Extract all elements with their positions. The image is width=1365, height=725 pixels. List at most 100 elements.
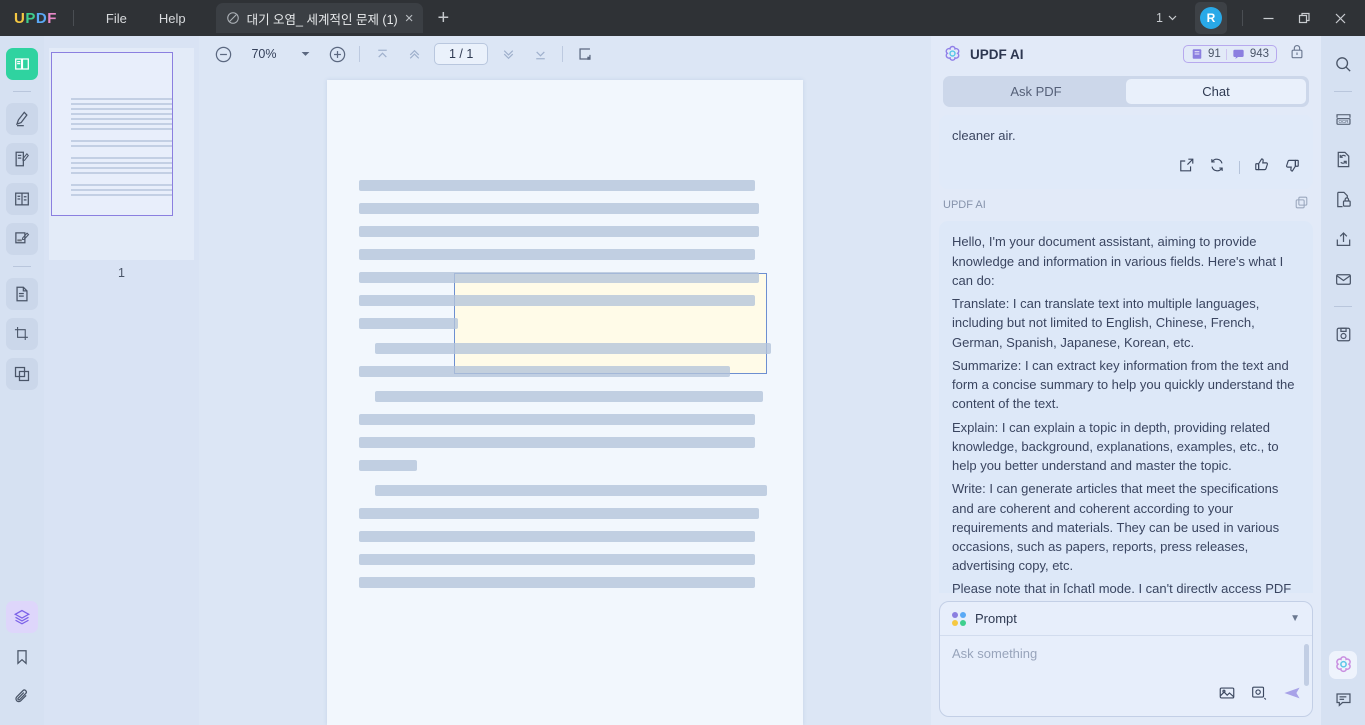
- page-credits-count: 91: [1208, 48, 1221, 60]
- prompt-label: Prompt: [975, 611, 1017, 626]
- logo-letter-p: P: [25, 10, 36, 27]
- prompt-scrollbar[interactable]: [1304, 644, 1309, 686]
- sidebar-item-attachment[interactable]: [6, 681, 38, 713]
- sidebar-item-page-edit[interactable]: [6, 278, 38, 310]
- close-window-button[interactable]: [1323, 1, 1357, 35]
- new-tab-button[interactable]: +: [437, 8, 449, 28]
- protect-pdf-icon: [1334, 190, 1353, 209]
- sidebar-item-highlight[interactable]: [6, 103, 38, 135]
- right-rail-divider-2: [1334, 306, 1352, 307]
- message-sender-row: UPDF AI: [939, 193, 1313, 217]
- chevron-up-double-icon: [406, 46, 423, 63]
- page-number-input[interactable]: 1 / 1: [434, 43, 488, 65]
- sidebar-item-search[interactable]: [1327, 48, 1359, 80]
- credits-divider: [1226, 49, 1227, 60]
- page-thumbnail[interactable]: [49, 48, 194, 260]
- maximize-icon: [1298, 12, 1311, 25]
- sidebar-item-organize[interactable]: [6, 358, 38, 390]
- send-button[interactable]: [1282, 683, 1302, 708]
- open-external-button[interactable]: [1179, 157, 1195, 178]
- zoom-dropdown-button[interactable]: [289, 39, 321, 69]
- zoom-out-button[interactable]: [207, 39, 239, 69]
- message-paragraph-summarize: Summarize: I can extract key information…: [952, 356, 1300, 414]
- avatar: R: [1200, 7, 1222, 29]
- svg-text:OCR: OCR: [1338, 118, 1349, 123]
- sidebar-item-save[interactable]: [1327, 318, 1359, 350]
- form-icon: [13, 190, 31, 208]
- thumbs-up-button[interactable]: [1254, 157, 1270, 178]
- close-tab-icon[interactable]: ×: [405, 11, 414, 26]
- updf-logo: UPDF: [14, 10, 57, 27]
- page-credits-icon: [1191, 48, 1203, 60]
- screenshot-button[interactable]: [1250, 684, 1268, 707]
- ai-panel-header: UPDF AI 91 943: [939, 36, 1313, 72]
- image-icon: [1218, 684, 1236, 702]
- attach-image-button[interactable]: [1218, 684, 1236, 707]
- sidebar-item-email[interactable]: [1327, 263, 1359, 295]
- last-page-button[interactable]: [524, 39, 556, 69]
- ai-panel: UPDF AI 91 943 Ask PDF Chat cleaner air.: [931, 36, 1321, 725]
- logo-letter-d: D: [36, 10, 47, 27]
- logo-letter-f: F: [47, 10, 57, 27]
- sidebar-item-updf-ai[interactable]: [1329, 651, 1357, 679]
- zoom-level-value[interactable]: 70%: [239, 47, 289, 61]
- toolbar-divider-1: [359, 46, 360, 62]
- highlighter-icon: [13, 110, 31, 128]
- ai-conversation[interactable]: cleaner air.: [939, 115, 1313, 593]
- first-page-button[interactable]: [366, 39, 398, 69]
- sidebar-item-share[interactable]: [1327, 223, 1359, 255]
- maximize-button[interactable]: [1287, 1, 1321, 35]
- pdf-page[interactable]: [327, 80, 803, 725]
- prompt-actions: [1218, 683, 1302, 708]
- sidebar-item-form[interactable]: [6, 183, 38, 215]
- bookmark-icon: [13, 648, 31, 666]
- page-edit-icon: [13, 285, 31, 303]
- copy-message-button[interactable]: [1294, 195, 1309, 215]
- search-icon: [1334, 55, 1353, 74]
- user-avatar-button[interactable]: R: [1195, 2, 1227, 34]
- sidebar-item-edit-pdf[interactable]: [6, 143, 38, 175]
- thumbnail-content: [63, 64, 180, 240]
- menu-help[interactable]: Help: [143, 5, 202, 32]
- sidebar-item-crop[interactable]: [6, 318, 38, 350]
- prompt-placeholder: Ask something: [952, 646, 1300, 661]
- document-scroll-area[interactable]: [199, 72, 931, 725]
- lock-icon: [1289, 43, 1305, 60]
- sidebar-item-reader[interactable]: [6, 48, 38, 80]
- logo-letter-u: U: [14, 10, 25, 27]
- prompt-input-area[interactable]: Ask something: [940, 636, 1312, 716]
- zoom-in-button[interactable]: [321, 39, 353, 69]
- sidebar-item-bookmark[interactable]: [6, 641, 38, 673]
- sidebar-item-convert[interactable]: [1327, 143, 1359, 175]
- sidebar-item-comment[interactable]: [1327, 683, 1359, 715]
- document-toolbar: 70% 1 / 1: [199, 36, 931, 72]
- sidebar-item-layers[interactable]: [6, 601, 38, 633]
- copy-icon: [1294, 195, 1309, 210]
- sidebar-item-sign[interactable]: [6, 223, 38, 255]
- ai-lock-button[interactable]: [1285, 39, 1309, 69]
- refresh-icon: [1209, 157, 1225, 173]
- sidebar-item-ocr[interactable]: OCR: [1327, 103, 1359, 135]
- menu-file[interactable]: File: [90, 5, 143, 32]
- tab-ask-pdf[interactable]: Ask PDF: [946, 79, 1126, 104]
- close-icon: [1334, 12, 1347, 25]
- prompt-selector[interactable]: Prompt ▼: [940, 602, 1312, 636]
- prompt-box: Prompt ▼ Ask something: [939, 601, 1313, 717]
- view-mode-button[interactable]: [569, 39, 601, 69]
- next-page-button[interactable]: [492, 39, 524, 69]
- selected-text-block[interactable]: [454, 273, 767, 374]
- convert-icon: [1334, 150, 1353, 169]
- sidebar-item-protect[interactable]: [1327, 183, 1359, 215]
- document-tab[interactable]: 대기 오염_ 세계적인 문제 (1) ×: [216, 3, 424, 33]
- previous-page-button[interactable]: [398, 39, 430, 69]
- regenerate-button[interactable]: [1209, 157, 1225, 178]
- thumbs-down-button[interactable]: [1284, 157, 1300, 178]
- tab-chat[interactable]: Chat: [1126, 79, 1306, 104]
- window-selector[interactable]: 1: [1147, 6, 1186, 30]
- document-paragraph-2: [349, 391, 781, 471]
- minimize-button[interactable]: [1251, 1, 1285, 35]
- document-area: 70% 1 / 1: [199, 36, 931, 725]
- sender-label: UPDF AI: [943, 199, 986, 211]
- ai-message-bubble: Hello, I'm your document assistant, aimi…: [939, 221, 1313, 593]
- credits-badge[interactable]: 91 943: [1183, 45, 1277, 63]
